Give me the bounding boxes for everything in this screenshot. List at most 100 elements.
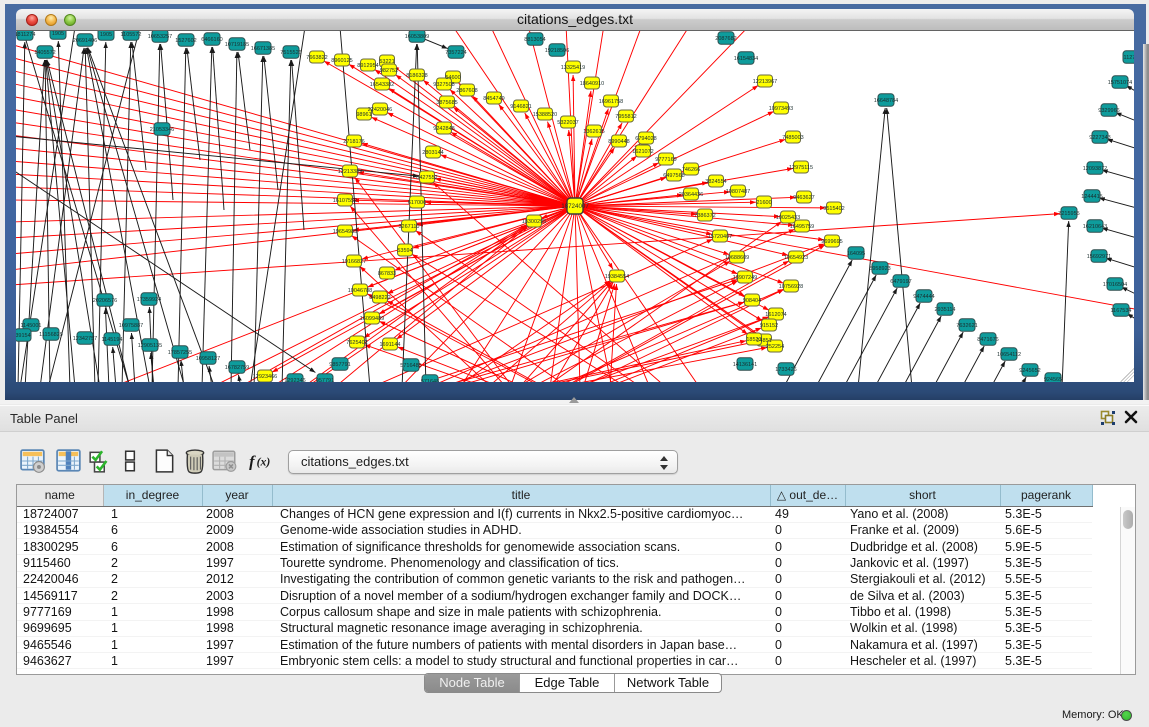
svg-text:7955812: 7955812 bbox=[615, 114, 636, 120]
svg-text:21053346: 21053346 bbox=[150, 127, 174, 133]
svg-text:16053809: 16053809 bbox=[405, 34, 429, 40]
svg-text:9463627: 9463627 bbox=[793, 195, 814, 201]
svg-text:54600: 54600 bbox=[445, 75, 460, 81]
svg-text:1105572: 1105572 bbox=[120, 32, 141, 38]
svg-text:9474444: 9474444 bbox=[913, 294, 934, 300]
svg-text:19166827: 19166827 bbox=[342, 259, 366, 265]
svg-text:16543382: 16543382 bbox=[370, 82, 394, 88]
svg-text:7663822: 7663822 bbox=[306, 55, 327, 61]
svg-text:867833: 867833 bbox=[378, 271, 396, 277]
svg-text:9146821: 9146821 bbox=[510, 104, 531, 110]
svg-text:16961758: 16961758 bbox=[599, 99, 623, 105]
svg-text:f: f bbox=[249, 453, 256, 470]
svg-text:5958923: 5958923 bbox=[869, 266, 890, 272]
svg-text:16671385: 16671385 bbox=[251, 46, 275, 52]
svg-text:1905: 1905 bbox=[100, 32, 112, 38]
svg-text:18640910: 18640910 bbox=[580, 81, 604, 87]
svg-text:1527602: 1527602 bbox=[175, 38, 196, 44]
svg-text:7485003: 7485003 bbox=[782, 135, 803, 141]
svg-text:1691144: 1691144 bbox=[379, 342, 400, 348]
svg-text:571648: 571648 bbox=[421, 379, 439, 382]
svg-text:1621072: 1621072 bbox=[632, 149, 653, 155]
svg-text:19654923: 19654923 bbox=[784, 255, 808, 261]
svg-text:2803144: 2803144 bbox=[422, 150, 443, 156]
svg-text:10973493: 10973493 bbox=[769, 106, 793, 112]
svg-text:10688609: 10688609 bbox=[725, 255, 749, 261]
svg-text:924565: 924565 bbox=[1044, 377, 1062, 382]
svg-text:7357224: 7357224 bbox=[445, 50, 466, 56]
svg-text:2087682: 2087682 bbox=[715, 36, 736, 42]
svg-text:12213967: 12213967 bbox=[753, 79, 777, 85]
svg-text:9327508: 9327508 bbox=[433, 82, 454, 88]
svg-text:17857255: 17857255 bbox=[168, 350, 192, 356]
svg-text:12975115: 12975115 bbox=[789, 165, 813, 171]
svg-text:6794028: 6794028 bbox=[635, 136, 656, 142]
svg-text:15720407: 15720407 bbox=[708, 234, 732, 240]
svg-text:18724007: 18724007 bbox=[561, 203, 589, 210]
svg-text:9227343: 9227343 bbox=[1089, 135, 1110, 141]
svg-text:12093872: 12093872 bbox=[1083, 166, 1107, 172]
svg-text:9777169: 9777169 bbox=[655, 157, 676, 163]
svg-text:8912954: 8912954 bbox=[357, 63, 378, 69]
svg-text:18300295: 18300295 bbox=[522, 219, 546, 225]
svg-text:11156829: 11156829 bbox=[39, 332, 63, 338]
svg-text:7625402: 7625402 bbox=[346, 340, 367, 346]
svg-text:12905135: 12905135 bbox=[138, 343, 162, 349]
svg-text:8454749: 8454749 bbox=[483, 96, 504, 102]
svg-text:16107552: 16107552 bbox=[333, 198, 357, 204]
svg-text:617006: 617006 bbox=[408, 200, 426, 206]
svg-text:6497568: 6497568 bbox=[663, 173, 684, 179]
svg-text:8990448: 8990448 bbox=[608, 139, 629, 145]
svg-text:16648784: 16648784 bbox=[874, 98, 898, 104]
svg-text:2718176: 2718176 bbox=[343, 139, 364, 145]
svg-text:10719185: 10719185 bbox=[225, 42, 249, 48]
svg-text:1405572: 1405572 bbox=[34, 50, 55, 56]
svg-text:1145194: 1145194 bbox=[101, 337, 122, 343]
svg-text:2867608: 2867608 bbox=[456, 88, 477, 94]
svg-text:9515402: 9515402 bbox=[823, 206, 844, 212]
svg-text:16782759: 16782759 bbox=[225, 365, 249, 371]
svg-text:10958127: 10958127 bbox=[196, 356, 220, 362]
svg-text:17359924: 17359924 bbox=[137, 297, 161, 303]
svg-text:915152: 915152 bbox=[760, 323, 778, 329]
svg-text:53221: 53221 bbox=[379, 59, 394, 65]
svg-text:8471676: 8471676 bbox=[977, 337, 998, 343]
svg-text:9245652: 9245652 bbox=[1019, 368, 1040, 374]
svg-text:12923466: 12923466 bbox=[253, 374, 277, 380]
svg-text:12342757: 12342757 bbox=[73, 336, 97, 342]
svg-text:19218506: 19218506 bbox=[545, 48, 569, 54]
svg-text:8427552: 8427552 bbox=[416, 175, 437, 181]
svg-text:39154: 39154 bbox=[16, 333, 31, 339]
svg-text:20206576: 20206576 bbox=[93, 298, 117, 304]
svg-text:6479197: 6479197 bbox=[890, 279, 911, 285]
svg-text:16099489: 16099489 bbox=[360, 316, 384, 322]
svg-text:10025433: 10025433 bbox=[776, 215, 800, 221]
svg-text:1905: 1905 bbox=[52, 31, 64, 37]
svg-text:19654985: 19654985 bbox=[333, 229, 357, 235]
svg-text:10975887: 10975887 bbox=[119, 323, 143, 329]
svg-text:10807487: 10807487 bbox=[726, 189, 750, 195]
svg-text:16495759: 16495759 bbox=[790, 224, 814, 230]
svg-text:1145001: 1145001 bbox=[20, 323, 41, 329]
svg-text:8960125: 8960125 bbox=[331, 58, 352, 64]
svg-text:18523: 18523 bbox=[746, 337, 761, 343]
svg-text:(x): (x) bbox=[257, 455, 271, 468]
svg-text:17016504: 17016504 bbox=[1103, 282, 1127, 288]
svg-text:12213389: 12213389 bbox=[338, 169, 362, 175]
svg-text:10654112: 10654112 bbox=[997, 352, 1021, 358]
svg-text:8813054: 8813054 bbox=[524, 37, 545, 43]
svg-text:1362615: 1362615 bbox=[583, 129, 604, 135]
svg-text:1733426: 1733426 bbox=[775, 367, 796, 373]
svg-text:982752: 982752 bbox=[380, 68, 398, 74]
svg-text:21600: 21600 bbox=[756, 200, 771, 206]
svg-text:164095: 164095 bbox=[847, 251, 865, 257]
svg-text:3875685: 3875685 bbox=[436, 100, 457, 106]
svg-text:1244415: 1244415 bbox=[1081, 194, 1102, 200]
svg-text:7632621: 7632621 bbox=[956, 323, 977, 329]
svg-text:15692971: 15692971 bbox=[1087, 254, 1111, 260]
svg-text:16210643: 16210643 bbox=[1083, 224, 1107, 230]
svg-text:1292346: 1292346 bbox=[284, 378, 305, 382]
svg-text:3824554: 3824554 bbox=[705, 179, 726, 185]
svg-text:7386372: 7386372 bbox=[694, 213, 715, 219]
svg-text:5322037: 5322037 bbox=[557, 120, 578, 126]
